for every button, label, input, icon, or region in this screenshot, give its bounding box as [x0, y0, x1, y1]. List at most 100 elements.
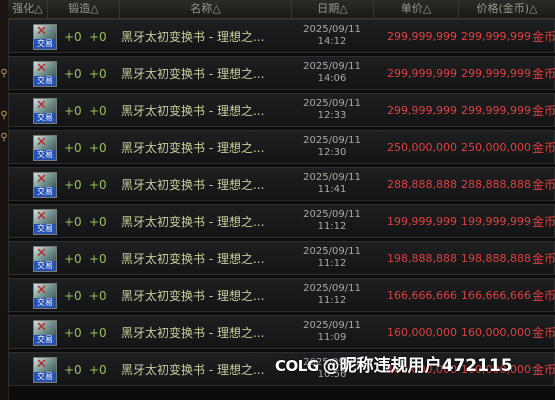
column-date-header[interactable]: 日期△ — [292, 0, 374, 18]
listing-date: 2025/09/11 — [303, 61, 361, 72]
search-icon[interactable]: ⚲ — [0, 68, 8, 80]
listing-date: 2025/09/11 — [303, 283, 361, 294]
transform-book-icon[interactable]: ✕ 交易 — [33, 283, 57, 309]
trade-tag: 交易 — [34, 335, 56, 345]
currency-label: 金币 — [532, 178, 555, 192]
listing-date: 2025/09/11 — [303, 209, 361, 220]
table-row[interactable]: ✕ 交易 +0 +0 黑牙太初变换书 - 理想之... 2025/09/11 12:… — [8, 93, 555, 127]
listing-date: 2025/09/11 — [303, 135, 361, 146]
unit-price: 199,999,999 — [387, 215, 457, 228]
enhance-value: +0 — [64, 363, 82, 377]
enhance-value: +0 — [64, 215, 82, 229]
listing-datetime: 2025/09/11 11:12 — [291, 246, 373, 274]
item-name: 黑牙太初变换书 - 理想之... — [121, 215, 265, 229]
listing-datetime: 2025/09/11 12:33 — [291, 98, 373, 126]
watermark-text: @昵称违规用户472115 — [322, 356, 513, 376]
enhance-value: +0 — [64, 67, 82, 81]
table-row[interactable]: ✕ 交易 +0 +0 黑牙太初变换书 - 理想之... 2025/09/11 11:… — [8, 167, 555, 201]
trade-tag: 交易 — [34, 39, 56, 49]
enhance-value: +0 — [64, 326, 82, 340]
search-icon[interactable]: ⚲ — [0, 132, 8, 144]
item-name: 黑牙太初变换书 - 理想之... — [121, 289, 265, 303]
enhance-value: +0 — [64, 289, 82, 303]
listing-datetime: 2025/09/11 12:30 — [291, 135, 373, 163]
unit-price: 288,888,888 — [387, 178, 457, 191]
item-name: 黑牙太初变换书 - 理想之... — [121, 363, 265, 377]
trade-tag: 交易 — [34, 187, 56, 197]
listing-datetime: 2025/09/11 11:09 — [291, 320, 373, 348]
trade-tag: 交易 — [34, 113, 56, 123]
column-name-header[interactable]: 名称△ — [120, 0, 292, 18]
total-price: 198,888,888 — [461, 252, 531, 265]
trade-tag: 交易 — [34, 298, 56, 308]
table-row[interactable]: ✕ 交易 +0 +0 黑牙太初变换书 - 理想之... 2025/09/11 11:… — [8, 241, 555, 275]
item-name: 黑牙太初变换书 - 理想之... — [121, 30, 265, 44]
transform-book-icon[interactable]: ✕ 交易 — [33, 357, 57, 383]
item-name: 黑牙太初变换书 - 理想之... — [121, 252, 265, 266]
table-row[interactable]: ✕ 交易 +0 +0 黑牙太初变换书 - 理想之... 2025/09/11 11:… — [8, 315, 555, 349]
total-price: 299,999,999 — [461, 67, 531, 80]
listing-date: 2025/09/11 — [303, 246, 361, 257]
refine-value: +0 — [89, 363, 107, 377]
listing-time: 11:09 — [317, 332, 347, 343]
table-header: 强化△ 锻造△ 名称△ 日期△ 单价△ 价格(金币)△ — [8, 0, 555, 19]
listing-datetime: 2025/09/11 11:41 — [291, 172, 373, 200]
item-name: 黑牙太初变换书 - 理想之... — [121, 178, 265, 192]
refine-value: +0 — [89, 178, 107, 192]
column-enhance-header[interactable]: 强化△ — [8, 0, 48, 18]
trade-tag: 交易 — [34, 261, 56, 271]
transform-book-icon[interactable]: ✕ 交易 — [33, 209, 57, 235]
listing-time: 14:12 — [317, 36, 347, 47]
total-price: 166,666,666 — [461, 289, 531, 302]
table-row[interactable]: ✕ 交易 +0 +0 黑牙太初变换书 - 理想之... 2025/09/11 11:… — [8, 204, 555, 238]
currency-label: 金币 — [532, 252, 555, 266]
item-name: 黑牙太初变换书 - 理想之... — [121, 104, 265, 118]
transform-book-icon[interactable]: ✕ 交易 — [33, 61, 57, 87]
listing-time: 11:41 — [317, 184, 347, 195]
listing-date: 2025/09/11 — [303, 24, 361, 35]
unit-price: 160,000,000 — [387, 326, 457, 339]
table-row[interactable]: ✕ 交易 +0 +0 黑牙太初变换书 - 理想之... 2025/09/11 11:… — [8, 278, 555, 312]
refine-value: +0 — [89, 67, 107, 81]
listing-datetime: 2025/09/11 11:12 — [291, 209, 373, 237]
unit-price: 299,999,999 — [387, 30, 457, 43]
column-refine-header[interactable]: 锻造△ — [48, 0, 120, 18]
trade-tag: 交易 — [34, 150, 56, 160]
listing-datetime: 2025/09/11 14:12 — [291, 24, 373, 52]
transform-book-icon[interactable]: ✕ 交易 — [33, 98, 57, 124]
transform-book-icon[interactable]: ✕ 交易 — [33, 135, 57, 161]
item-name: 黑牙太初变换书 - 理想之... — [121, 67, 265, 81]
total-price: 250,000,000 — [461, 141, 531, 154]
listing-time: 11:12 — [317, 258, 347, 269]
enhance-value: +0 — [64, 252, 82, 266]
search-icon[interactable]: ⚲ — [0, 110, 8, 122]
item-name: 黑牙太初变换书 - 理想之... — [121, 326, 265, 340]
refine-value: +0 — [89, 326, 107, 340]
transform-book-icon[interactable]: ✕ 交易 — [33, 172, 57, 198]
column-total-price-header[interactable]: 价格(金币)△ — [459, 0, 555, 18]
watermark: COLG @昵称违规用户472115 — [275, 354, 513, 378]
transform-book-icon[interactable]: ✕ 交易 — [33, 246, 57, 272]
listing-date: 2025/09/11 — [303, 320, 361, 331]
unit-price: 198,888,888 — [387, 252, 457, 265]
transform-book-icon[interactable]: ✕ 交易 — [33, 24, 57, 50]
enhance-value: +0 — [64, 104, 82, 118]
unit-price: 299,999,999 — [387, 104, 457, 117]
currency-label: 金币 — [532, 289, 555, 303]
currency-label: 金币 — [532, 215, 555, 229]
colg-logo: COLG — [275, 357, 319, 375]
trade-tag: 交易 — [34, 372, 56, 382]
transform-book-icon[interactable]: ✕ 交易 — [33, 320, 57, 346]
trade-tag: 交易 — [34, 224, 56, 234]
column-unit-price-header[interactable]: 单价△ — [374, 0, 459, 18]
listing-date: 2025/09/11 — [303, 172, 361, 183]
table-row[interactable]: ✕ 交易 +0 +0 黑牙太初变换书 - 理想之... 2025/09/11 12:… — [8, 130, 555, 164]
refine-value: +0 — [89, 104, 107, 118]
unit-price: 250,000,000 — [387, 141, 457, 154]
currency-label: 金币 — [532, 104, 555, 118]
listing-time: 12:33 — [317, 110, 347, 121]
unit-price: 166,666,666 — [387, 289, 457, 302]
table-row[interactable]: ✕ 交易 +0 +0 黑牙太初变换书 - 理想之... 2025/09/11 14:… — [8, 56, 555, 90]
table-row[interactable]: ✕ 交易 +0 +0 黑牙太初变换书 - 理想之... 2025/09/11 14:… — [8, 19, 555, 53]
refine-value: +0 — [89, 141, 107, 155]
